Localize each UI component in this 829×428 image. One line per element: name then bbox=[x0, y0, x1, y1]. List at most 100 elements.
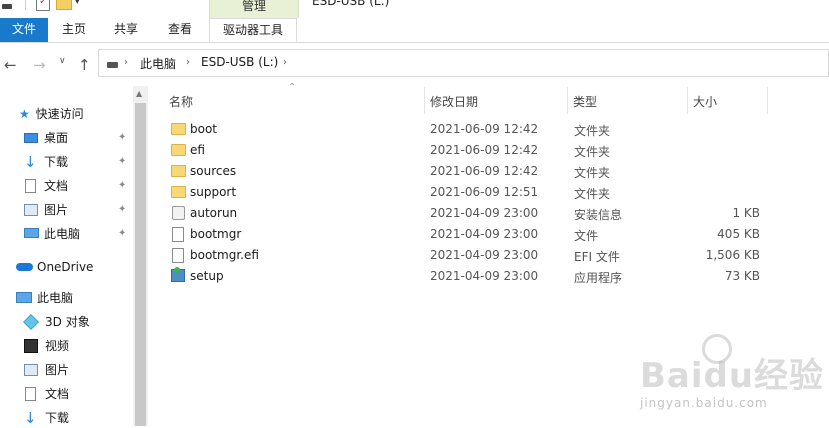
tab-home[interactable]: 主页 bbox=[52, 18, 96, 42]
file-row[interactable]: setup 2021-04-09 23:00 应用程序 73 KB bbox=[160, 267, 770, 288]
customize-toolbar-icon[interactable]: ▾ bbox=[75, 0, 80, 7]
breadcrumb-chevron-icon[interactable]: › bbox=[186, 57, 190, 68]
file-date: 2021-04-09 23:00 bbox=[430, 206, 539, 220]
drive-icon[interactable] bbox=[2, 4, 12, 9]
nav-item-desktop[interactable]: 桌面 bbox=[24, 128, 68, 148]
column-divider[interactable] bbox=[767, 87, 768, 114]
desktop-icon bbox=[24, 133, 38, 143]
file-row[interactable]: support 2021-06-09 12:51 文件夹 bbox=[160, 183, 770, 204]
breadcrumb-this-pc[interactable]: 此电脑 bbox=[140, 55, 176, 72]
back-arrow-icon[interactable]: ← bbox=[4, 56, 17, 74]
nav-quick-access[interactable]: ★ 快速访问 bbox=[19, 104, 84, 124]
file-icon bbox=[172, 227, 184, 242]
download-icon: ↓ bbox=[24, 153, 37, 171]
window-title: ESD-USB (L:) bbox=[312, 0, 390, 8]
scrollbar-thumb[interactable] bbox=[135, 103, 146, 426]
nav-item-pictures[interactable]: 图片 bbox=[24, 200, 68, 220]
pin-icon[interactable]: ✦ bbox=[118, 228, 126, 239]
pin-icon[interactable]: ✦ bbox=[118, 204, 126, 215]
column-divider[interactable] bbox=[567, 87, 568, 114]
file-icon bbox=[172, 248, 184, 263]
column-divider[interactable] bbox=[424, 87, 425, 114]
recent-locations-icon[interactable]: ∨ bbox=[59, 56, 66, 66]
pin-icon[interactable]: ✦ bbox=[118, 132, 126, 143]
nav-item-downloads[interactable]: ↓ 下载 bbox=[24, 152, 68, 172]
file-name: setup bbox=[190, 269, 224, 283]
this-pc-icon bbox=[16, 292, 32, 303]
nav-item-3d-objects[interactable]: 3D 对象 bbox=[23, 312, 90, 332]
videos-icon bbox=[24, 339, 38, 353]
documents-icon bbox=[25, 387, 36, 401]
file-date: 2021-06-09 12:42 bbox=[430, 143, 539, 157]
scroll-up-arrow-icon[interactable]: ▲ bbox=[136, 89, 142, 98]
file-row[interactable]: efi 2021-06-09 12:42 文件夹 bbox=[160, 141, 770, 162]
file-type: 文件夹 bbox=[574, 145, 611, 159]
file-row[interactable]: sources 2021-06-09 12:42 文件夹 bbox=[160, 162, 770, 183]
title-bar bbox=[0, 0, 829, 20]
nav-item-this-pc-pinned[interactable]: 此电脑 bbox=[24, 224, 80, 244]
file-date: 2021-06-09 12:51 bbox=[430, 185, 539, 199]
file-name: boot bbox=[190, 122, 218, 136]
folder-icon bbox=[171, 165, 186, 177]
file-type: 安装信息 bbox=[574, 208, 623, 222]
nav-item-documents-pc[interactable]: 文档 bbox=[24, 384, 69, 404]
file-type: 文件夹 bbox=[574, 187, 611, 201]
column-header-name[interactable]: 名称 bbox=[169, 93, 193, 110]
column-divider[interactable] bbox=[687, 87, 688, 114]
file-size: 405 KB bbox=[717, 227, 760, 241]
file-type: 文件 bbox=[574, 229, 599, 243]
up-arrow-icon[interactable]: ↑ bbox=[78, 56, 91, 74]
watermark-url: jingyan.baidu.com bbox=[640, 396, 768, 410]
file-row[interactable]: boot 2021-06-09 12:42 文件夹 bbox=[160, 120, 770, 141]
column-header-date[interactable]: 修改日期 bbox=[430, 93, 478, 110]
breadcrumb-chevron-icon[interactable]: › bbox=[124, 57, 128, 68]
nav-item-documents[interactable]: 文档 bbox=[24, 176, 68, 196]
nav-onedrive[interactable]: OneDrive bbox=[16, 257, 93, 277]
file-type: 应用程序 bbox=[574, 271, 623, 285]
folder-icon bbox=[171, 144, 186, 156]
pin-icon[interactable]: ✦ bbox=[118, 156, 126, 167]
nav-item-downloads-pc[interactable]: ↓ 下载 bbox=[24, 408, 69, 428]
forward-arrow-icon[interactable]: → bbox=[33, 56, 46, 74]
this-pc-icon bbox=[24, 228, 39, 238]
column-header-type[interactable]: 类型 bbox=[573, 93, 597, 110]
tab-file[interactable]: 文件 bbox=[0, 18, 48, 42]
documents-icon bbox=[25, 179, 36, 193]
file-date: 2021-04-09 23:00 bbox=[430, 248, 539, 262]
column-header-size[interactable]: 大小 bbox=[693, 93, 717, 110]
setup-info-icon bbox=[172, 206, 185, 220]
file-size: 73 KB bbox=[724, 269, 760, 283]
file-row[interactable]: autorun 2021-04-09 23:00 安装信息 1 KB bbox=[160, 204, 770, 225]
file-row[interactable]: bootmgr 2021-04-09 23:00 文件 405 KB bbox=[160, 225, 770, 246]
file-date: 2021-06-09 12:42 bbox=[430, 122, 539, 136]
file-row[interactable]: bootmgr.efi 2021-04-09 23:00 EFI 文件 1,50… bbox=[160, 246, 770, 267]
breadcrumb-drive[interactable]: ESD-USB (L:) bbox=[201, 55, 278, 69]
file-date: 2021-06-09 12:42 bbox=[430, 164, 539, 178]
file-type: EFI 文件 bbox=[574, 250, 620, 264]
drive-icon bbox=[107, 62, 118, 68]
new-folder-icon[interactable] bbox=[56, 0, 72, 10]
pictures-icon bbox=[24, 364, 38, 376]
pictures-icon bbox=[24, 204, 38, 216]
nav-this-pc[interactable]: 此电脑 bbox=[16, 288, 73, 308]
nav-item-videos[interactable]: 视频 bbox=[24, 336, 69, 356]
nav-item-pictures-pc[interactable]: 图片 bbox=[24, 360, 69, 380]
file-size: 1,506 KB bbox=[705, 248, 760, 262]
properties-icon[interactable]: ✓ bbox=[36, 0, 50, 11]
tab-view[interactable]: 查看 bbox=[156, 18, 204, 42]
ribbon-tabs: 文件 主页 共享 查看 驱动器工具 bbox=[0, 18, 829, 43]
pin-icon[interactable]: ✦ bbox=[118, 180, 126, 191]
file-type: 文件夹 bbox=[574, 124, 611, 138]
navigation-pane: ★ 快速访问 桌面 ✦ ↓ 下载 ✦ 文档 ✦ 图片 ✦ 此电脑 ✦ OneDr… bbox=[0, 86, 148, 428]
context-tab-header: 管理 bbox=[209, 0, 299, 18]
download-icon: ↓ bbox=[24, 409, 37, 427]
breadcrumb-chevron-icon[interactable]: › bbox=[283, 57, 287, 68]
folder-icon bbox=[171, 186, 186, 198]
setup-app-icon bbox=[171, 267, 185, 282]
file-name: sources bbox=[190, 164, 237, 178]
sort-ascending-icon: ⌃ bbox=[288, 82, 297, 93]
file-date: 2021-04-09 23:00 bbox=[430, 227, 539, 241]
3d-objects-icon bbox=[23, 314, 39, 330]
tab-share[interactable]: 共享 bbox=[104, 18, 148, 42]
tab-drive-tools[interactable]: 驱动器工具 bbox=[209, 18, 297, 42]
